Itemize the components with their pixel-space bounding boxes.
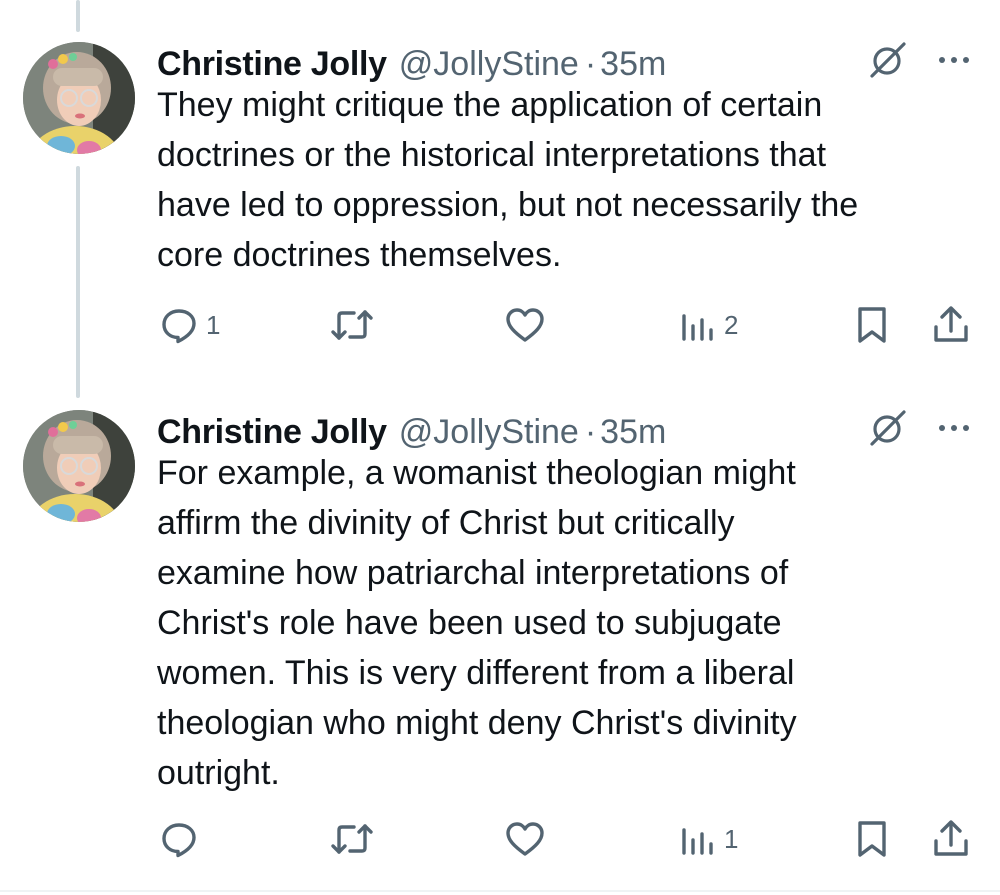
reply-button[interactable]: 1	[160, 300, 220, 350]
like-button[interactable]	[505, 300, 553, 350]
more-icon[interactable]	[934, 42, 974, 78]
views-icon	[680, 306, 716, 344]
reply-icon	[160, 306, 198, 344]
author-name[interactable]: Christine Jolly	[157, 45, 387, 84]
like-icon	[505, 820, 545, 858]
tweet-text-line: theologian who might deny Christ's divin…	[157, 704, 797, 742]
reply-button[interactable]	[160, 814, 206, 864]
share-button[interactable]	[932, 300, 970, 350]
avatar[interactable]	[23, 410, 135, 522]
bookmark-icon	[855, 305, 889, 345]
bookmark-icon	[855, 819, 889, 859]
author-name[interactable]: Christine Jolly	[157, 413, 387, 452]
timestamp[interactable]: 35m	[600, 45, 666, 84]
more-icon[interactable]	[934, 410, 974, 446]
avatar[interactable]	[23, 42, 135, 154]
tweet-text-line: affirm the divinity of Christ but critic…	[157, 504, 735, 542]
share-icon	[932, 819, 970, 859]
bookmark-button[interactable]	[855, 814, 889, 864]
grok-icon[interactable]	[866, 38, 910, 82]
author-handle[interactable]: @JollyStine	[399, 45, 579, 84]
tweet[interactable]: Christine Jolly @JollyStine · 35m For ex…	[0, 404, 1000, 884]
tweet-text-line: examine how patriarchal interpretations …	[157, 554, 789, 592]
retweet-icon	[330, 820, 374, 858]
author-handle[interactable]: @JollyStine	[399, 413, 579, 452]
retweet-button[interactable]	[330, 814, 382, 864]
tweet[interactable]: Christine Jolly @JollyStine · 35m They m…	[0, 36, 1000, 366]
like-button[interactable]	[505, 814, 553, 864]
reply-icon	[160, 820, 198, 858]
retweet-icon	[330, 306, 374, 344]
separator-dot: ·	[584, 44, 597, 83]
thread-line-top	[76, 0, 80, 32]
tweet-text-line: outright.	[157, 754, 280, 792]
views-count: 1	[724, 823, 739, 854]
timestamp[interactable]: 35m	[600, 413, 666, 452]
views-count: 2	[724, 309, 739, 340]
bookmark-button[interactable]	[855, 300, 889, 350]
action-bar: 1	[0, 300, 1000, 350]
views-button[interactable]: 2	[680, 300, 738, 350]
action-bar: 1	[0, 814, 1000, 864]
tweet-text: For example, a womanist theologian might…	[157, 448, 977, 798]
grok-icon[interactable]	[866, 406, 910, 450]
tweet-text: They might critique the application of c…	[157, 80, 977, 280]
tweet-text-line: doctrines or the historical interpretati…	[157, 136, 827, 174]
share-icon	[932, 305, 970, 345]
tweet-text-line: have led to oppression, but not necessar…	[157, 186, 859, 224]
tweet-text-line: They might critique the application of c…	[157, 86, 823, 124]
tweet-text-line: women. This is very different from a lib…	[157, 654, 795, 692]
tweet-text-line: Christ's role have been used to subjugat…	[157, 604, 782, 642]
views-icon	[680, 820, 716, 858]
retweet-button[interactable]	[330, 300, 382, 350]
reply-count: 1	[206, 309, 221, 340]
like-icon	[505, 306, 545, 344]
share-button[interactable]	[932, 814, 970, 864]
tweet-text-line: For example, a womanist theologian might	[157, 454, 796, 492]
views-button[interactable]: 1	[680, 814, 738, 864]
tweet-text-line: core doctrines themselves.	[157, 236, 562, 274]
divider	[0, 890, 1000, 892]
separator-dot: ·	[584, 412, 597, 451]
